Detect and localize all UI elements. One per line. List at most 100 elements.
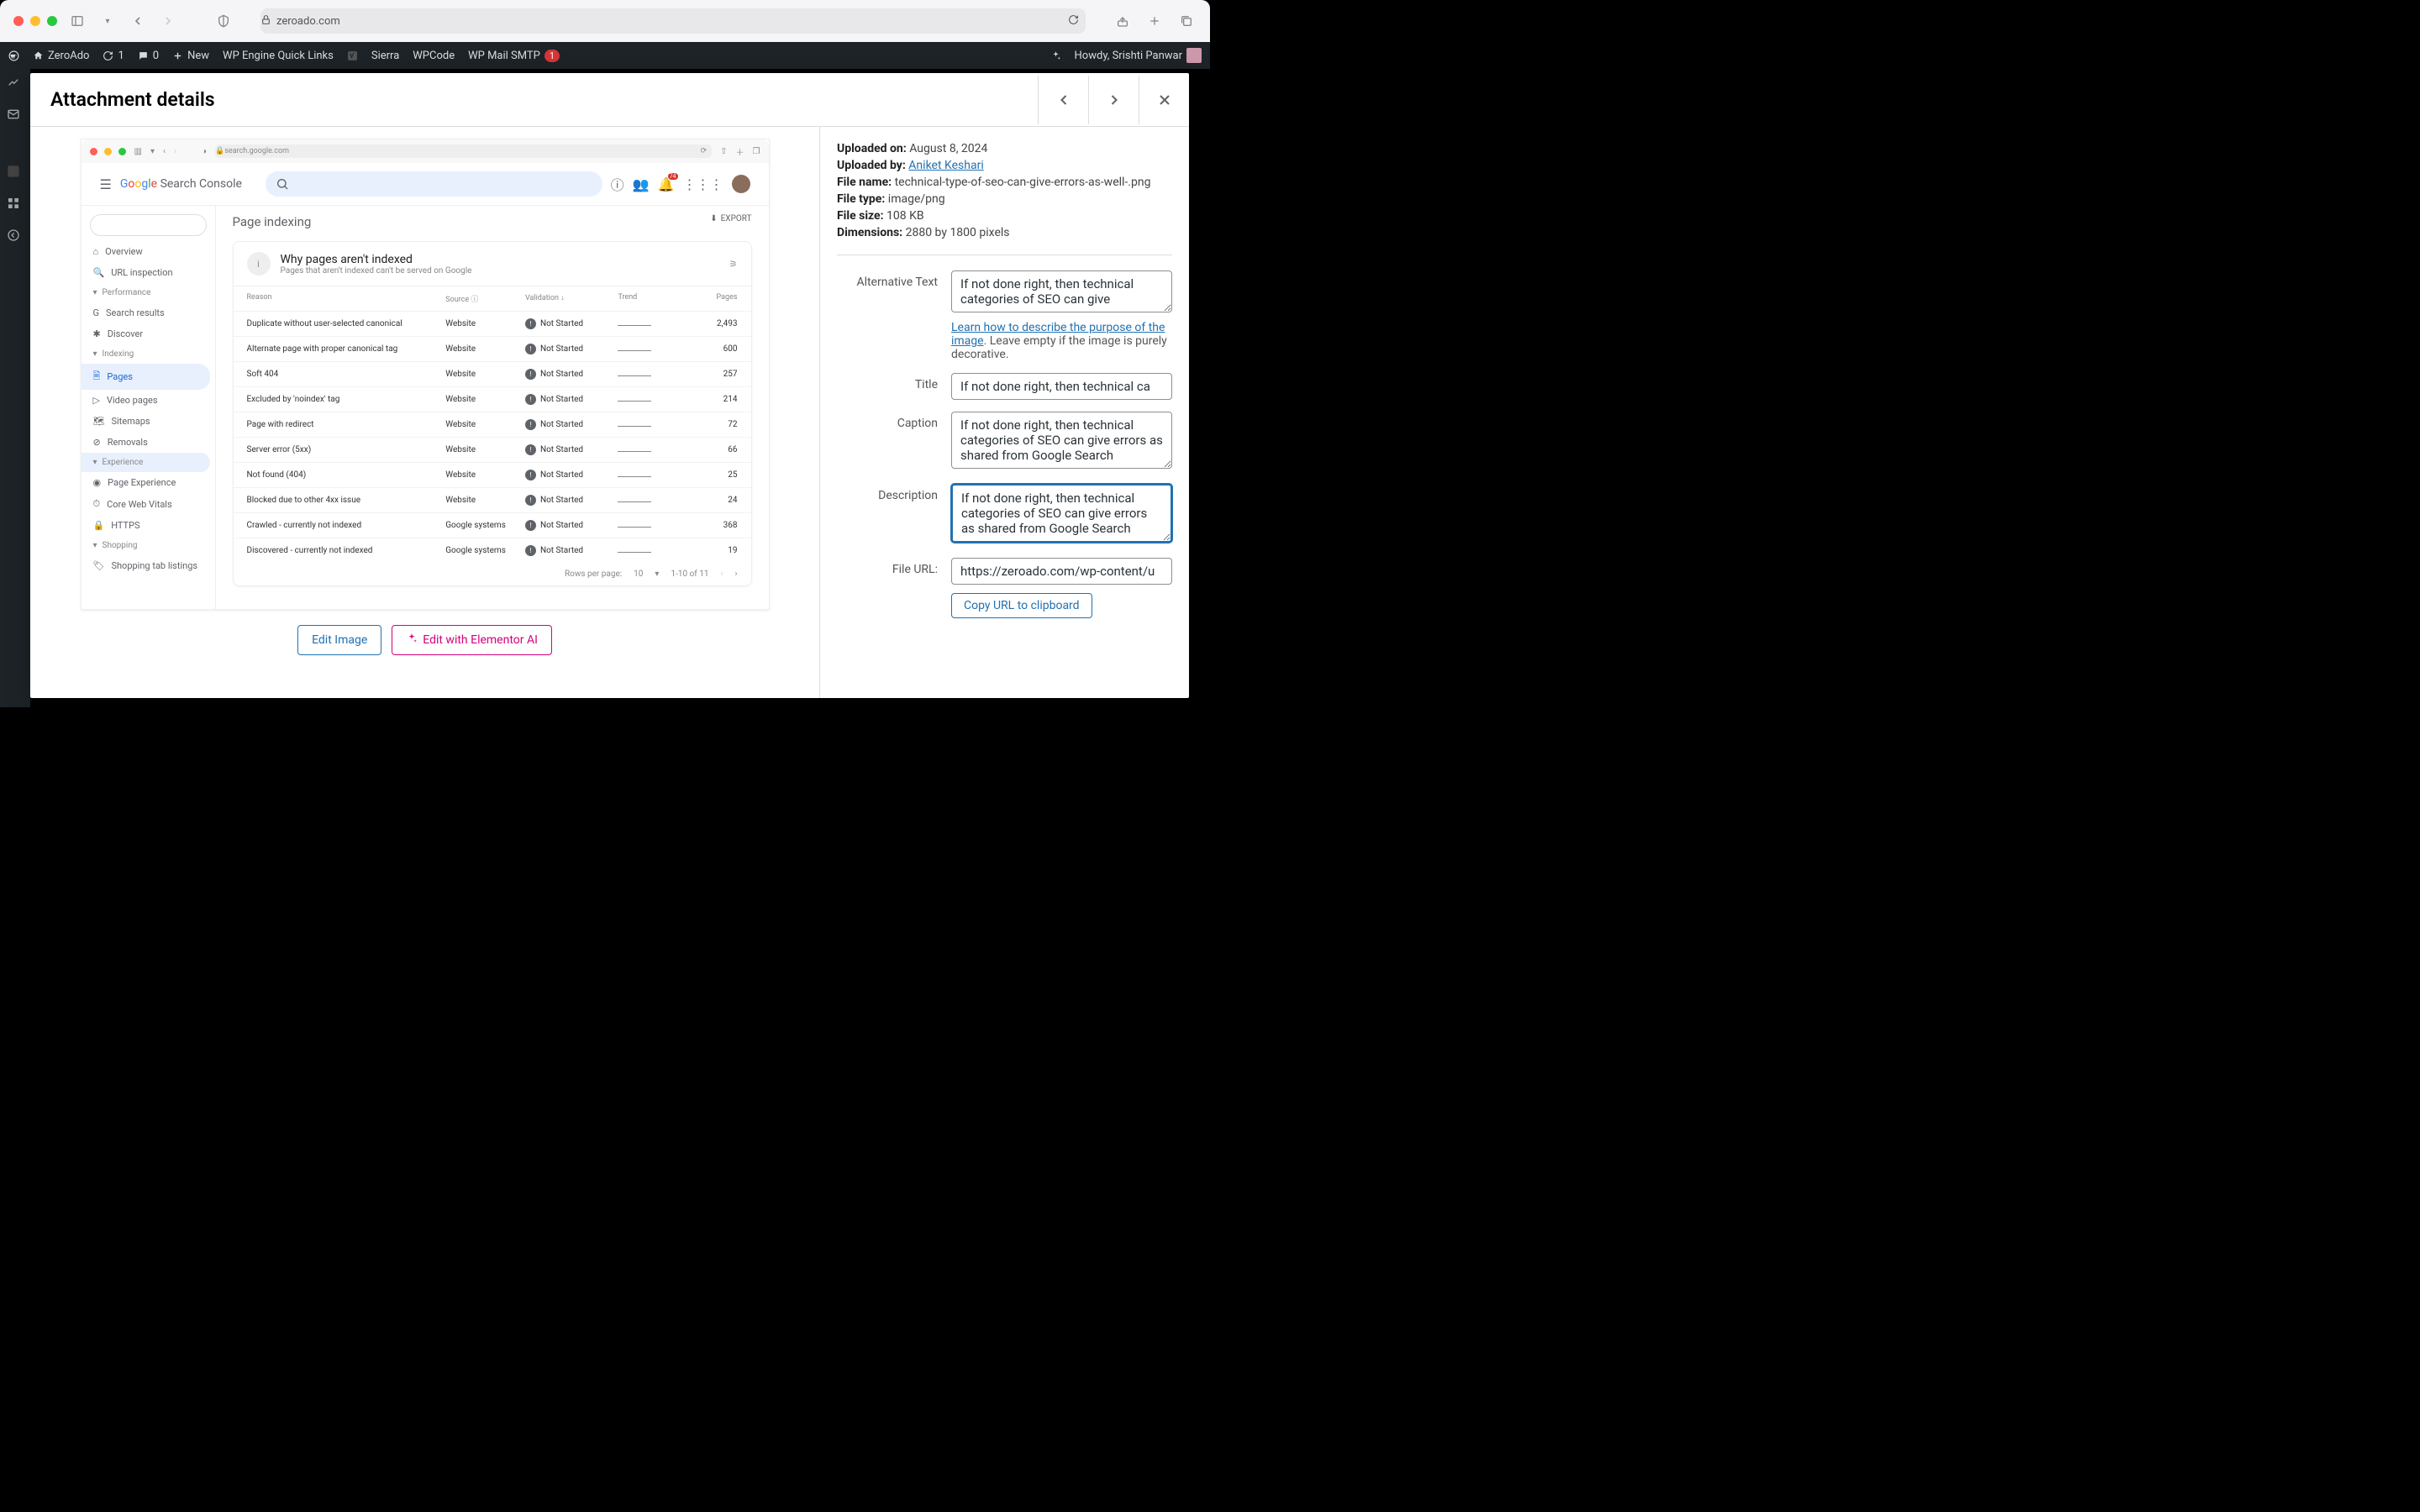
- share-icon[interactable]: [1113, 11, 1133, 31]
- alt-text-field[interactable]: If not done right, then technical catego…: [951, 270, 1172, 312]
- page-icon: 🗎: [93, 369, 101, 385]
- close-modal-button[interactable]: [1139, 76, 1189, 124]
- nav-overview: ⌂Overview: [82, 241, 215, 262]
- export-button: ⬇EXPORT: [710, 214, 751, 223]
- wp-logo-icon[interactable]: [8, 50, 19, 61]
- apps-icon: ⋮⋮⋮: [683, 176, 723, 192]
- cell-reason: Not found (404): [247, 470, 446, 480]
- cell-reason: Discovered - currently not indexed: [247, 546, 446, 555]
- collapse-icon[interactable]: [7, 228, 24, 245]
- description-label: Description: [837, 484, 938, 502]
- cell-trend: [618, 420, 684, 429]
- cell-validation: !Not Started: [525, 419, 618, 430]
- safari-chrome: ▾ zeroado.com: [0, 0, 1210, 42]
- fileurl-field[interactable]: [951, 558, 1172, 585]
- modal-header: Attachment details: [30, 73, 1189, 127]
- col-source: Source: [445, 296, 469, 304]
- nav-cwv: ⏱Core Web Vitals: [82, 493, 215, 515]
- nav-https: 🔒HTTPS: [82, 515, 215, 536]
- attachment-details-modal: Attachment details: [30, 73, 1189, 698]
- trend-sparkline: [618, 325, 651, 326]
- warning-icon: !: [525, 470, 536, 480]
- cell-pages: 214: [684, 395, 737, 404]
- site-link[interactable]: ZeroAdo: [33, 50, 89, 62]
- description-field[interactable]: If not done right, then technical catego…: [951, 484, 1172, 543]
- url-bar[interactable]: zeroado.com: [260, 8, 1086, 34]
- yoast-icon[interactable]: [347, 50, 358, 61]
- lock-icon: 🔒: [93, 520, 105, 531]
- download-icon: ⬇: [710, 214, 717, 223]
- wp-admin-bar: ZeroAdo 1 0 New WP Engine Quick Links Si…: [0, 42, 1210, 69]
- mail-icon[interactable]: [7, 108, 24, 124]
- updates-link[interactable]: 1: [103, 50, 124, 62]
- reload-icon[interactable]: [1068, 14, 1079, 29]
- url-host: zeroado.com: [276, 15, 340, 28]
- dot-icon: [104, 148, 112, 155]
- window-minimize[interactable]: [30, 16, 40, 26]
- help-icon: ⓘ: [611, 174, 624, 194]
- wp-mail-link[interactable]: WP Mail SMTP 1: [468, 50, 560, 62]
- tabs-icon[interactable]: [1176, 11, 1197, 31]
- table-row: Alternate page with proper canonical tag…: [234, 336, 751, 361]
- wp-engine-link[interactable]: WP Engine Quick Links: [223, 50, 334, 62]
- table-row: Crawled - currently not indexedGoogle sy…: [234, 512, 751, 538]
- gsc-sidebar: ⌂Overview 🔍URL inspection ▾Performance G…: [82, 206, 216, 609]
- new-tab-icon[interactable]: [1144, 11, 1165, 31]
- cell-trend: [618, 344, 684, 354]
- author-link[interactable]: Aniket Keshari: [908, 159, 983, 172]
- lock-icon: 🔒: [215, 147, 224, 155]
- wpcode-link[interactable]: WPCode: [413, 50, 455, 62]
- sierra-link[interactable]: Sierra: [371, 50, 399, 62]
- window-close[interactable]: [13, 16, 24, 26]
- caption-field[interactable]: If not done right, then technical catego…: [951, 412, 1172, 469]
- site-name: ZeroAdo: [48, 50, 89, 62]
- wp-sidebar: [0, 69, 30, 707]
- warning-icon: !: [525, 318, 536, 329]
- cell-source: Website: [445, 344, 525, 354]
- cell-source: Website: [445, 370, 525, 379]
- sparkle-icon: [406, 633, 418, 648]
- window-zoom[interactable]: [47, 16, 57, 26]
- next-attachment-button[interactable]: [1088, 76, 1139, 124]
- new-link[interactable]: New: [172, 50, 209, 62]
- blocks-icon[interactable]: [7, 197, 24, 213]
- copy-url-button[interactable]: Copy URL to clipboard: [951, 593, 1092, 618]
- remove-icon: ⊘: [93, 437, 101, 448]
- edit-image-button[interactable]: Edit Image: [297, 625, 381, 655]
- nav-experience: ▾Experience: [82, 453, 210, 472]
- title-field[interactable]: [951, 373, 1172, 400]
- chevron-down-icon: ▾: [150, 147, 155, 156]
- cell-pages: 24: [684, 496, 737, 505]
- back-icon[interactable]: [128, 11, 148, 31]
- edit-elementor-ai-button[interactable]: Edit with Elementor AI: [392, 625, 552, 655]
- sidebar-toggle-icon[interactable]: [67, 11, 87, 31]
- forward-icon[interactable]: [158, 11, 178, 31]
- cell-reason: Excluded by 'noindex' tag: [247, 395, 446, 404]
- dashboard-icon[interactable]: [7, 76, 24, 92]
- back-icon: ‹: [163, 147, 166, 156]
- warning-icon: !: [525, 495, 536, 506]
- speed-icon: ⏱: [93, 498, 101, 510]
- badge-icon: ◉: [93, 477, 102, 488]
- cell-pages: 600: [684, 344, 737, 354]
- wp-mail-label: WP Mail SMTP: [468, 50, 540, 62]
- prev-attachment-button[interactable]: [1038, 76, 1088, 124]
- nav-page-experience: ◉Page Experience: [82, 472, 215, 493]
- nav-discover: ✱Discover: [82, 323, 215, 344]
- comments-link[interactable]: 0: [138, 50, 159, 62]
- sparkle-icon[interactable]: [1050, 50, 1061, 61]
- cell-validation: !Not Started: [525, 545, 618, 556]
- shield-icon: ◑: [202, 147, 207, 156]
- warning-icon: !: [525, 344, 536, 354]
- rows-label: Rows per page:: [565, 570, 622, 579]
- yoast-side-icon[interactable]: [7, 165, 24, 181]
- cell-validation: !Not Started: [525, 369, 618, 380]
- chevron-down-icon[interactable]: ▾: [97, 11, 118, 31]
- nested-url-bar: 🔒 search.google.com ⟳: [215, 144, 712, 158]
- google-logo: Google Search Console: [120, 177, 242, 191]
- cell-validation: !Not Started: [525, 318, 618, 329]
- shield-icon[interactable]: [213, 11, 234, 31]
- alt-text-label: Alternative Text: [837, 270, 938, 289]
- card-title: Why pages aren't indexed: [281, 253, 472, 266]
- howdy-link[interactable]: Howdy, Srishti Panwar: [1075, 48, 1202, 63]
